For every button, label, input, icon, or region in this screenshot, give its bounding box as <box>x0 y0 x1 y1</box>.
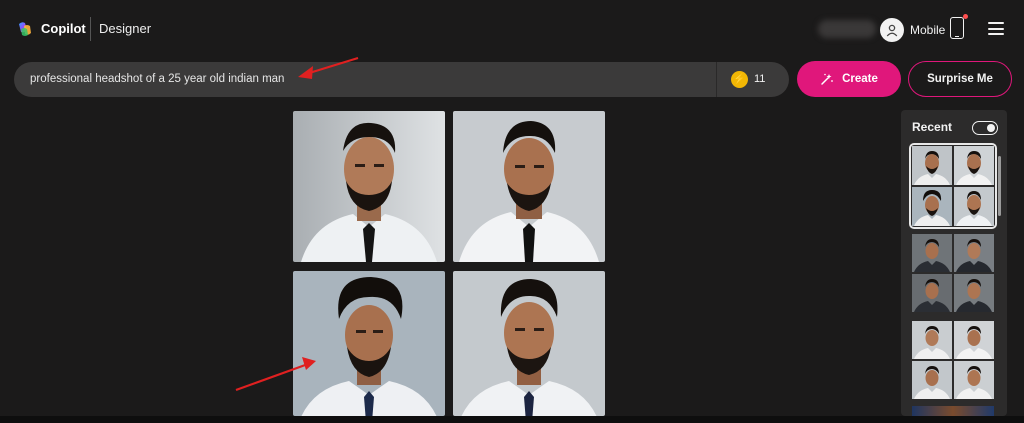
recent-thumb-image <box>912 187 952 226</box>
recent-thumb-image <box>954 234 994 272</box>
recent-scrollbar[interactable] <box>998 156 1001 216</box>
recent-thumb-image <box>912 234 952 272</box>
boost-lightning-icon[interactable]: ⚡ <box>731 71 748 88</box>
user-avatar-icon[interactable] <box>880 18 904 42</box>
top-header: Copilot Designer Mobile <box>0 0 1024 58</box>
recent-thumbnail-1[interactable] <box>909 143 997 229</box>
create-button[interactable]: Create <box>797 61 901 97</box>
recent-thumbnail-2[interactable] <box>912 234 994 312</box>
brand-name[interactable]: Copilot <box>41 21 86 36</box>
product-name[interactable]: Designer <box>99 21 151 36</box>
brand-divider <box>90 17 91 41</box>
prompt-bar[interactable]: professional headshot of a 25 year old i… <box>14 62 789 97</box>
create-wand-icon <box>821 73 833 85</box>
boost-divider <box>716 62 717 97</box>
generated-image-3[interactable] <box>293 271 445 416</box>
generated-image-2[interactable] <box>453 111 605 262</box>
blurred-username <box>818 20 876 38</box>
boost-count: 11 <box>754 73 766 85</box>
recent-thumb-image <box>912 321 952 359</box>
generated-image-1[interactable] <box>293 111 445 262</box>
surprise-me-button[interactable]: Surprise Me <box>908 61 1012 97</box>
recent-thumb-image <box>954 361 994 399</box>
recent-thumb-image <box>954 274 994 312</box>
recent-thumbnail-3[interactable] <box>912 321 994 399</box>
recent-title: Recent <box>912 120 953 134</box>
recent-thumb-image <box>954 321 994 359</box>
recent-thumbnail-4[interactable] <box>912 406 994 416</box>
mobile-phone-icon[interactable] <box>950 17 964 39</box>
recent-thumb-image <box>912 361 952 399</box>
recent-thumb-image <box>912 146 952 185</box>
prompt-input[interactable]: professional headshot of a 25 year old i… <box>30 73 284 85</box>
bottom-bar <box>0 416 1024 423</box>
copilot-logo-icon[interactable] <box>16 20 34 38</box>
recent-thumb-image <box>954 146 994 185</box>
notification-dot <box>963 14 968 19</box>
create-label: Create <box>842 73 878 85</box>
generated-image-4[interactable] <box>453 271 605 416</box>
recent-thumb-image <box>912 274 952 312</box>
mobile-label[interactable]: Mobile <box>910 23 945 37</box>
recent-panel: Recent <box>901 110 1007 416</box>
surprise-me-label: Surprise Me <box>927 73 993 85</box>
hamburger-menu-icon[interactable] <box>988 22 1004 35</box>
recent-toggle[interactable] <box>972 121 998 135</box>
recent-thumb-image <box>954 187 994 226</box>
